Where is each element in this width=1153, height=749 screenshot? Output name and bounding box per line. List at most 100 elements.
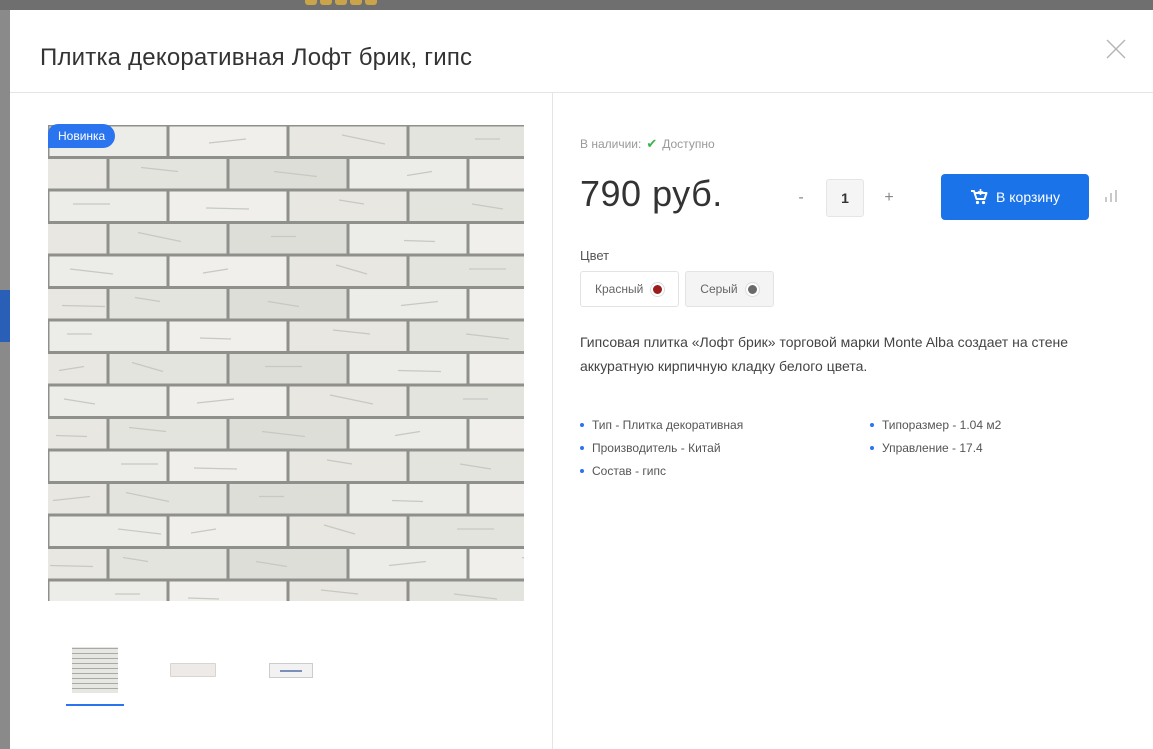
brick [409,256,524,286]
thumbnail-1[interactable] [66,641,124,706]
brick [469,419,524,449]
property-text: Управление - 17.4 [882,441,983,455]
stock-value: Доступно [662,137,715,151]
brick [289,581,407,601]
property-item: Типоразмер - 1.04 м2 [870,418,1140,432]
thumbnail-brick-image [72,647,118,693]
property-item: Управление - 17.4 [870,441,1140,455]
property-text: Тип - Плитка декоративная [592,418,744,432]
brick [469,289,524,319]
quantity-input[interactable] [826,179,864,217]
brick [289,321,407,351]
page-backdrop-top [0,0,1153,10]
brick [48,354,107,384]
brick [169,321,287,351]
brick [409,516,524,546]
brick [229,484,347,514]
property-item: Производитель - Китай [580,441,870,455]
property-text: Типоразмер - 1.04 м2 [882,418,1002,432]
thumbnail-list [66,641,320,706]
color-swatch [745,282,759,296]
qty-decrease-button[interactable]: - [786,189,816,207]
modal-header: Плитка декоративная Лофт брик, гипс [10,10,1153,93]
brick [349,159,467,189]
brick [48,224,107,254]
brick [289,386,407,416]
brick [109,159,227,189]
thumbnail-3[interactable] [262,641,320,699]
property-item: Состав - гипс [580,464,870,478]
backdrop-accent-bar [0,290,10,342]
brick [49,516,167,546]
brick [169,191,287,221]
thumbnail-2[interactable] [164,641,222,699]
check-icon: ✔ [646,136,658,151]
color-swatch [651,282,665,296]
product-description: Гипсовая плитка «Лофт брик» торговой мар… [580,334,1069,374]
product-gallery: Новинка [10,93,553,749]
add-to-cart-label: В корзину [996,189,1060,205]
close-icon [1106,39,1126,59]
brick [49,256,167,286]
cart-icon [971,189,988,205]
brick [409,191,524,221]
brick [349,224,467,254]
qty-increase-button[interactable]: + [874,189,904,207]
product-price: 790 руб. [580,173,723,214]
brick [289,451,407,481]
brick [469,354,524,384]
product-title: Плитка декоративная Лофт брик, гипс [40,44,473,71]
brick [349,484,467,514]
add-to-cart-button[interactable]: В корзину [941,174,1089,220]
color-option-red[interactable]: Красный [580,271,680,307]
brick [229,224,347,254]
brick [109,484,227,514]
brick [169,516,287,546]
brick [409,386,524,416]
brick [48,289,107,319]
color-option-label: Серый [700,282,738,296]
thumbnail-single-tile-image [170,663,216,677]
brick [49,191,167,221]
product-properties: Тип - Плитка декоративная Типоразмер - 1… [580,418,1140,478]
brick [349,289,467,319]
brick [109,289,227,319]
color-option-label: Красный [595,282,644,296]
brick [409,581,524,601]
product-main-image[interactable] [48,125,524,601]
brick [169,256,287,286]
stock-status: В наличии: ✔ Доступно [580,136,715,152]
brick [48,159,107,189]
brick [49,321,167,351]
rating-stars-backdrop [305,0,377,8]
brick [229,419,347,449]
brick [409,321,524,351]
property-text: Состав - гипс [592,464,666,478]
property-item: Тип - Плитка декоративная [580,418,870,432]
brick [469,549,524,579]
new-badge: Новинка [48,124,116,148]
brick [289,126,407,156]
color-option-gray[interactable]: Серый [685,271,774,307]
brick [229,549,347,579]
brick [169,386,287,416]
brick [48,549,107,579]
brick [409,126,524,156]
modal-body: Новинка В наличии: ✔ Доступно 790 руб. -… [10,93,1153,749]
brick [469,159,524,189]
compare-icon[interactable] [1105,190,1117,202]
brick [229,289,347,319]
color-label: Цвет [580,248,610,263]
thumbnail-package-image [269,662,313,678]
brick [49,386,167,416]
brick [49,581,167,601]
brick [109,354,227,384]
product-info: В наличии: ✔ Доступно 790 руб. - + В кор… [553,93,1153,749]
property-text: Производитель - Китай [592,441,721,455]
brick [48,484,107,514]
brick [229,354,347,384]
brick [169,581,287,601]
close-button[interactable] [1105,38,1127,60]
brick [409,451,524,481]
color-options: Красный Серый [580,271,774,307]
